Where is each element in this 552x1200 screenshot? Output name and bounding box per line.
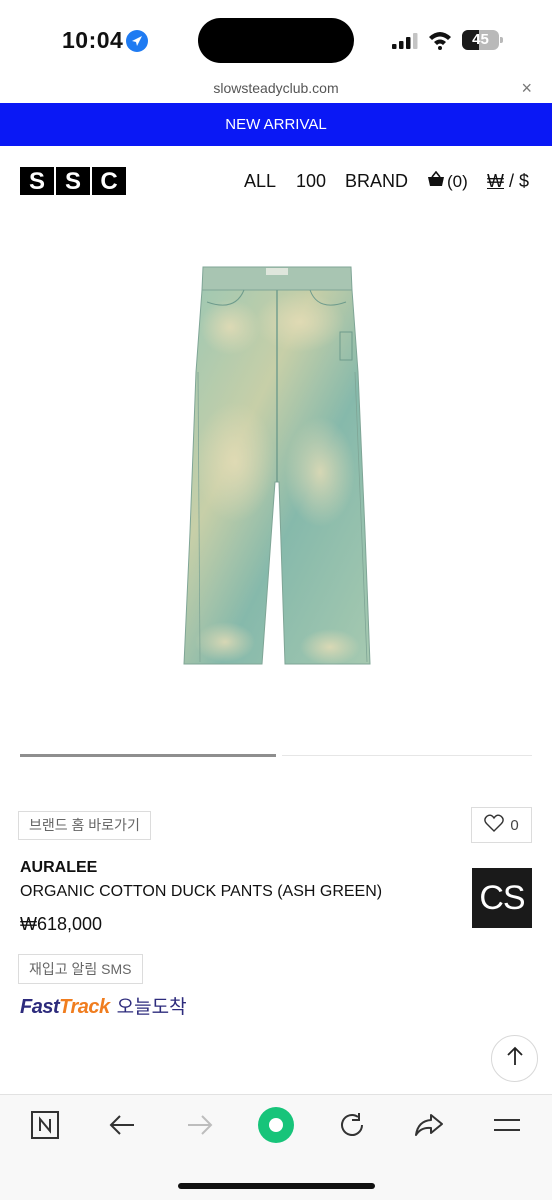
pants-image	[183, 266, 371, 665]
share-icon	[414, 1112, 444, 1143]
image-pager-track	[282, 755, 532, 756]
battery-level: 45	[472, 31, 489, 48]
new-arrival-banner[interactable]: NEW ARRIVAL	[0, 103, 552, 146]
product-price: ₩618,000	[20, 914, 103, 934]
fasttrack-today: 오늘도착	[116, 997, 187, 1018]
refresh-button[interactable]	[332, 1110, 372, 1144]
product-image[interactable]	[0, 232, 552, 712]
green-dot-icon	[257, 1106, 295, 1149]
logo-letter: S	[56, 167, 90, 195]
home-indicator	[178, 1183, 375, 1189]
close-icon[interactable]: ×	[521, 78, 532, 99]
location-arrow-icon	[126, 30, 148, 52]
forward-button[interactable]	[180, 1110, 220, 1144]
battery-icon: 45	[462, 30, 504, 50]
fasttrack-badge: Fast Track 오늘도착	[20, 992, 187, 1019]
currency-won[interactable]: ₩	[487, 171, 504, 191]
menu-icon	[492, 1115, 522, 1140]
brand-home-button[interactable]: 브랜드 홈 바로가기	[18, 811, 151, 840]
cs-badge[interactable]: CS	[472, 868, 532, 928]
logo-letter: C	[92, 167, 126, 195]
url-text[interactable]: slowsteadyclub.com	[0, 80, 552, 96]
back-arrow-icon	[108, 1113, 136, 1142]
share-button[interactable]	[409, 1110, 449, 1144]
naver-icon	[31, 1110, 59, 1144]
wifi-icon	[428, 30, 452, 50]
restock-sms-button[interactable]: 재입고 알림 SMS	[18, 954, 143, 984]
refresh-icon	[338, 1111, 366, 1144]
green-dot-button[interactable]	[256, 1106, 296, 1144]
back-button[interactable]	[102, 1110, 142, 1144]
like-button[interactable]: 0	[471, 807, 532, 843]
nav-100[interactable]: 100	[296, 171, 326, 192]
heart-icon	[484, 814, 505, 836]
product-brand[interactable]: AURALEE	[20, 859, 97, 877]
cellular-signal-icon	[392, 33, 420, 49]
currency-switch[interactable]: ₩ / $	[487, 171, 529, 192]
fasttrack-fast: Fast	[20, 996, 60, 1018]
currency-separator: /	[504, 171, 520, 191]
naver-button[interactable]	[25, 1110, 65, 1144]
cart-count: (0)	[447, 171, 468, 191]
nav-all[interactable]: ALL	[244, 171, 276, 192]
image-pager-active	[20, 754, 276, 757]
fasttrack-track: Track	[59, 996, 110, 1018]
product-name: ORGANIC COTTON DUCK PANTS (ASH GREEN)	[20, 883, 383, 900]
status-time: 10:04	[62, 27, 124, 53]
nav-brand[interactable]: BRAND	[345, 171, 408, 192]
logo-letter: S	[20, 167, 54, 195]
site-header: S S C ALL 100 BRAND (0) ₩ / $	[0, 146, 552, 220]
currency-usd[interactable]: $	[519, 171, 529, 191]
arrow-up-icon	[505, 1045, 525, 1072]
shopping-basket-icon	[427, 170, 445, 192]
ssc-logo[interactable]: S S C	[20, 167, 126, 195]
like-count: 0	[510, 816, 519, 834]
status-bar: 10:04 45	[0, 0, 552, 72]
scroll-to-top-button[interactable]	[491, 1035, 538, 1082]
dynamic-island	[198, 18, 354, 63]
menu-button[interactable]	[487, 1110, 527, 1144]
cart-button[interactable]: (0)	[427, 170, 468, 192]
address-bar[interactable]: slowsteadyclub.com ×	[0, 74, 552, 102]
forward-arrow-icon	[186, 1113, 214, 1142]
